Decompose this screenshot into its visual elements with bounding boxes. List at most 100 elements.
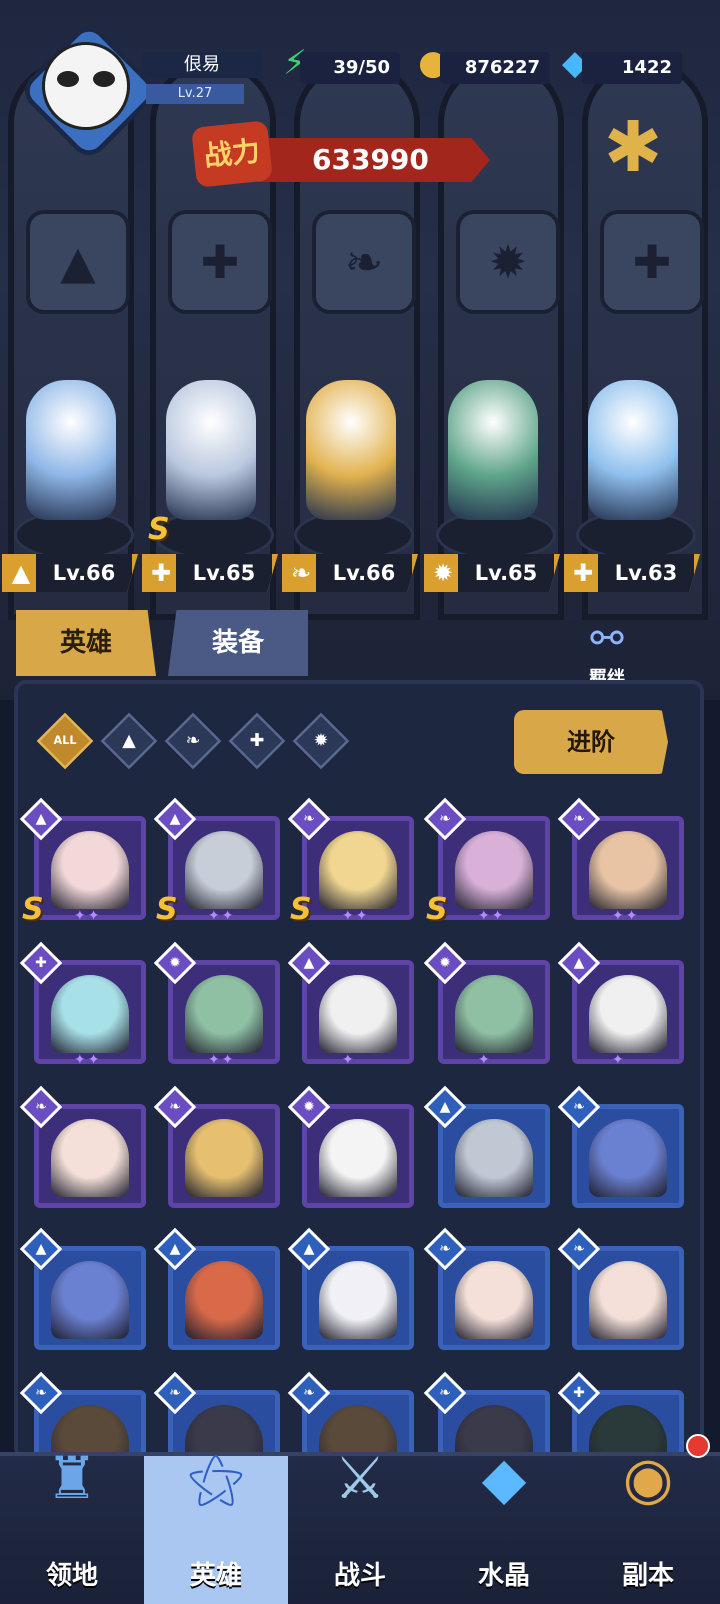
star-rating: ✦✦	[208, 1052, 236, 1068]
nav-label: 战斗	[333, 1561, 386, 1591]
hero-card[interactable]	[572, 960, 684, 1064]
player-name: 佷易	[142, 52, 262, 78]
wrench-class-icon: ✚	[249, 730, 265, 751]
hero-figure	[588, 380, 678, 520]
nav-label: 副本	[621, 1561, 674, 1591]
hero-card[interactable]	[168, 816, 280, 920]
hero-portrait	[589, 975, 667, 1053]
hero-figure	[26, 380, 116, 520]
nav-item-4[interactable]: ◉ 副本	[576, 1434, 720, 1604]
hat-class-icon: ▲	[11, 559, 31, 587]
crystal-icon: ◆	[481, 1444, 527, 1512]
hero-portrait	[455, 1261, 533, 1339]
hero-portrait	[185, 1261, 263, 1339]
hero-level: Lv.65	[458, 554, 554, 592]
hero-portrait	[51, 975, 129, 1053]
hero-card[interactable]	[168, 1104, 280, 1208]
hero-card[interactable]	[438, 1246, 550, 1350]
hat-emblem-icon: ▲	[26, 210, 130, 314]
hero-portrait	[455, 1119, 533, 1197]
hero-level-plate: ✚ Lv.63	[564, 554, 700, 592]
hero-level-plate: ✹ Lv.65	[424, 554, 560, 592]
hero-card[interactable]	[438, 960, 550, 1064]
hero-portrait	[455, 975, 533, 1053]
hero-card[interactable]	[302, 816, 414, 920]
star-rating: ✦✦	[612, 908, 640, 924]
hero-card[interactable]	[34, 1246, 146, 1350]
portal-icon: ◉	[622, 1444, 674, 1512]
hero-card[interactable]	[438, 816, 550, 920]
hero-card[interactable]	[34, 960, 146, 1064]
combat-power: 633990 战力	[191, 118, 490, 192]
fang-class-icon: ✹	[432, 559, 454, 587]
panda-avatar-icon[interactable]	[42, 42, 130, 130]
star-rating: ✦	[612, 1052, 626, 1068]
nav-item-3[interactable]: ◆ 水晶	[432, 1444, 576, 1604]
filter-all-label: ALL	[53, 734, 77, 748]
s-rank-icon: S	[426, 892, 448, 927]
hero-level-plate: ❧ Lv.66	[282, 554, 418, 592]
hero-level: Lv.65	[176, 554, 272, 592]
formation-hero[interactable]	[6, 370, 136, 570]
hero-portrait	[589, 1261, 667, 1339]
formation-hero[interactable]	[428, 370, 558, 570]
hero-portrait	[185, 1119, 263, 1197]
combat-power-label: 战力	[191, 120, 273, 188]
wrench-class-icon: ✚	[150, 559, 172, 587]
advance-button[interactable]: 进阶	[514, 710, 668, 774]
hero-portrait	[589, 831, 667, 909]
hat-class-icon: ▲	[122, 730, 136, 751]
formation-hero[interactable]	[286, 370, 416, 570]
hero-level-plate: ▲ Lv.66	[2, 554, 138, 592]
hero-card[interactable]	[302, 1104, 414, 1208]
hero-portrait	[455, 831, 533, 909]
hero-portrait	[319, 1119, 397, 1197]
star-rating: ✦	[478, 1052, 492, 1068]
wrench-class-icon: ✚	[572, 559, 594, 587]
hero-card[interactable]	[34, 816, 146, 920]
bottom-nav: ♜ 领地 ⚝ 英雄 ⚔ 战斗 ◆ 水晶 ◉ 副本	[0, 1434, 720, 1604]
star-rating: ✦✦	[478, 908, 506, 924]
wrench-emblem-icon: ✚	[168, 210, 272, 314]
hero-card[interactable]	[438, 1104, 550, 1208]
star-rating: ✦	[342, 1052, 356, 1068]
tab-heroes[interactable]: 英雄	[16, 610, 156, 676]
star-rating: ✦✦	[342, 908, 370, 924]
hero-card[interactable]	[572, 816, 684, 920]
hero-portrait	[185, 975, 263, 1053]
fang-class-icon: ✹	[313, 730, 329, 751]
hero-card[interactable]	[34, 1104, 146, 1208]
nav-item-0[interactable]: ♜ 领地	[0, 1444, 144, 1604]
hero-card[interactable]	[572, 1104, 684, 1208]
nav-label: 英雄	[189, 1561, 242, 1591]
hero-level: Lv.66	[36, 554, 132, 592]
hero-card[interactable]	[302, 960, 414, 1064]
hero-card[interactable]	[168, 960, 280, 1064]
pinwheel-menu-icon[interactable]: ✱	[596, 110, 670, 184]
hero-portrait	[319, 831, 397, 909]
tab-equipment[interactable]: 装备	[168, 610, 308, 676]
hero-card[interactable]	[302, 1246, 414, 1350]
s-rank-icon: S	[156, 892, 178, 927]
hero-card[interactable]	[572, 1246, 684, 1350]
hero-figure	[448, 380, 538, 520]
nav-label: 领地	[45, 1561, 98, 1591]
s-rank-icon: S	[290, 892, 312, 927]
sword-icon: ⚔	[334, 1444, 386, 1512]
wrench-emblem-icon: ✚	[600, 210, 704, 314]
wing-class-icon: ❧	[185, 730, 201, 751]
wing-class-icon: ❧	[290, 559, 312, 587]
hero-portrait	[185, 831, 263, 909]
hero-figure	[166, 380, 256, 520]
combat-power-value: 633990	[258, 138, 490, 182]
castle-icon: ♜	[46, 1444, 98, 1512]
hero-card[interactable]	[168, 1246, 280, 1350]
formation-hero[interactable]	[568, 370, 698, 570]
notification-dot	[686, 1434, 710, 1458]
nav-label: 水晶	[477, 1561, 530, 1591]
star-rating: ✦✦	[74, 1052, 102, 1068]
nav-item-2[interactable]: ⚔ 战斗	[288, 1444, 432, 1604]
nav-item-1[interactable]: ⚝ 英雄	[144, 1444, 288, 1604]
hero-level: Lv.66	[316, 554, 412, 592]
wing-emblem-icon: ❧	[312, 210, 416, 314]
